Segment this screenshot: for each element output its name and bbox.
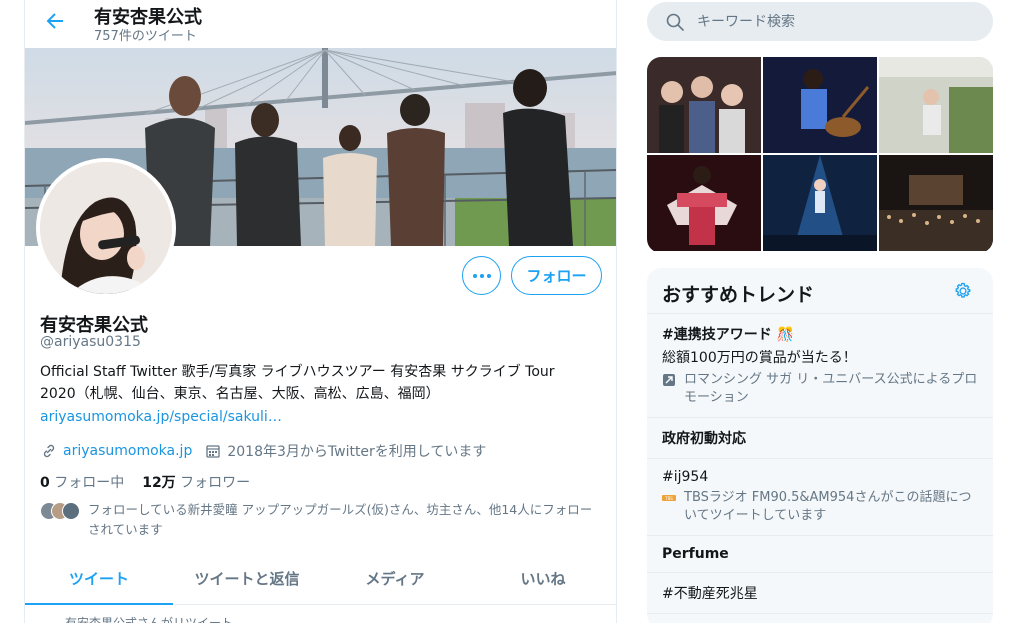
followed-by-text: フォローしている新井愛瞳 アップアップガールズ(仮)さん、坊主さん、他14人にフ…: [88, 502, 593, 537]
joined-date: 2018年3月からTwitterを利用しています: [227, 444, 487, 460]
media-thumbnail[interactable]: [763, 57, 877, 153]
trend-item[interactable]: 政府初動対応: [647, 418, 993, 459]
trend-item[interactable]: #不動産死兆星: [647, 573, 993, 614]
followers-label: フォロワー: [180, 475, 251, 491]
svg-text:TBS: TBS: [664, 496, 673, 501]
trend-promoted-text: ロマンシング サガ リ・ユニバース公式によるプロモーション: [684, 372, 978, 405]
media-thumbnail[interactable]: [763, 155, 877, 251]
trends-title: おすすめトレンド: [662, 284, 815, 306]
trend-item[interactable]: #連携技アワード 🎊 総額100万円の賞品が当たる！ ロマンシング サガ リ・ユ…: [647, 314, 993, 418]
trend-context-text: TBSラジオ FM90.5&AM954さんがこの話題についてツイートしています: [684, 490, 972, 523]
follow-counts: 0 フォロー中 12万 フォロワー: [40, 472, 250, 492]
trend-context: TBS TBSラジオ FM90.5&AM954さんがこの話題についてツイートして…: [662, 489, 978, 525]
trend-name: Perfume: [662, 546, 729, 562]
search-icon: [666, 13, 684, 31]
media-thumbnail[interactable]: [879, 155, 993, 251]
trend-description: 総額100万円の賞品が当たる！: [662, 350, 857, 366]
calendar-icon: [204, 442, 222, 460]
followed-by-avatars: [40, 502, 80, 522]
media-thumbnail[interactable]: [647, 57, 761, 153]
tab-media[interactable]: メディア: [321, 555, 469, 604]
more-options-button[interactable]: [462, 256, 501, 295]
trend-name: #不動産死兆星: [662, 586, 758, 602]
header-tweet-count: 757件のツイート: [94, 29, 197, 44]
profile-header-bar: 有安杏果公式 757件のツイート: [25, 0, 616, 48]
search-box[interactable]: [647, 2, 993, 41]
website-link[interactable]: ariyasumomoka.jp: [63, 443, 192, 459]
promoted-icon: [663, 374, 675, 386]
tab-tweets-and-replies[interactable]: ツイートと返信: [173, 555, 321, 604]
tab-tweets[interactable]: ツイート: [25, 555, 173, 605]
profile-meta: ariyasumomoka.jp 2018年3月からTwitterを利用していま…: [40, 441, 486, 461]
trends-panel: おすすめトレンド #連携技アワード 🎊 総額100万円の賞品が当たる！ ロマンシ…: [647, 268, 993, 623]
following-count: 0: [40, 475, 50, 491]
settings-gear-icon[interactable]: [953, 281, 973, 301]
trends-header: おすすめトレンド: [647, 268, 993, 314]
following-link[interactable]: 0 フォロー中: [40, 475, 124, 491]
follow-button[interactable]: フォロー: [511, 256, 602, 295]
trend-promoted: ロマンシング サガ リ・ユニバース公式によるプロモーション: [662, 371, 978, 407]
profile-bio: Official Staff Twitter 歌手/写真家 ライブハウスツアー …: [40, 364, 555, 402]
trend-emoji-icon: 🎊: [776, 327, 795, 343]
profile-handle: @ariyasu0315: [40, 334, 141, 350]
avatar-photo: [40, 162, 172, 294]
trend-item[interactable]: Perfume: [647, 536, 993, 573]
profile-avatar[interactable]: [36, 158, 176, 298]
followers-link[interactable]: 12万 フォロワー: [142, 475, 250, 491]
trend-name: 政府初動対応: [662, 431, 746, 447]
trend-name: #連携技アワード 🎊: [662, 327, 795, 343]
trend-item[interactable]: #ij954 TBS TBSラジオ FM90.5&AM954さんがこの話題につい…: [647, 459, 993, 536]
bio-link[interactable]: ariyasumomoka.jp/special/sakuli…: [40, 409, 282, 425]
search-input[interactable]: [697, 13, 977, 30]
tab-likes[interactable]: いいね: [469, 555, 616, 604]
media-thumbnail[interactable]: [647, 155, 761, 251]
following-label: フォロー中: [54, 475, 125, 491]
followers-count: 12万: [142, 475, 176, 491]
radio-logo-icon: TBS: [662, 495, 676, 501]
link-icon: [40, 442, 58, 460]
more-dots-icon: [472, 273, 491, 278]
media-thumbnail[interactable]: [879, 57, 993, 153]
followed-by[interactable]: フォローしている新井愛瞳 アップアップガールズ(仮)さん、坊主さん、他14人にフ…: [40, 500, 603, 540]
back-arrow-icon[interactable]: [43, 9, 67, 33]
trend-name: #ij954: [662, 469, 709, 485]
profile-tabs: ツイート ツイートと返信 メディア いいね: [25, 555, 616, 605]
profile-column: 有安杏果公式 757件のツイート フォロー 有安杏果公式 @ariyasu031…: [24, 0, 617, 623]
media-grid: [647, 57, 993, 253]
retweet-hint: 有安杏果公式さんがリツイート: [65, 616, 234, 623]
